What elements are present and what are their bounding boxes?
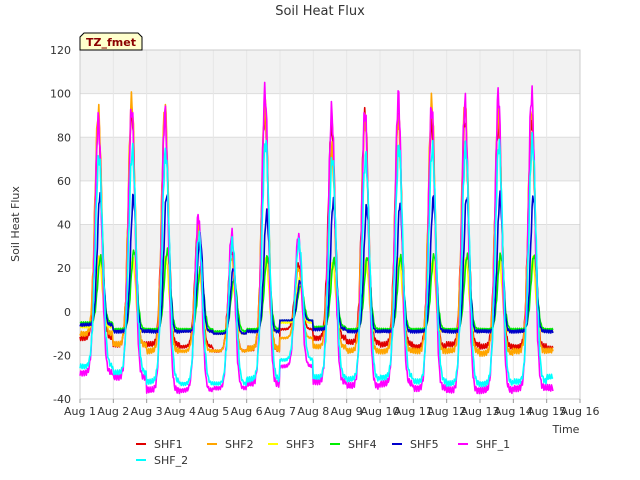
chart-title: Soil Heat Flux [275, 4, 365, 19]
x-axis-label: Time [552, 423, 580, 436]
x-tick-label: Aug 16 [561, 405, 600, 418]
y-axis-label: Soil Heat Flux [9, 186, 22, 262]
station-badge: TZ_fmet [79, 32, 143, 51]
legend-label: SHF_1 [476, 438, 510, 451]
y-tick-label: -20 [53, 349, 71, 362]
legend: SHF1 SHF2 SHF3 SHF4 SHF5 SHF_1 SHF_2 [136, 438, 510, 467]
badge-label: TZ_fmet [86, 36, 136, 49]
x-tick-label: Aug 3 [131, 405, 163, 418]
x-tick-label: Aug 6 [231, 405, 263, 418]
legend-label: SHF3 [286, 438, 315, 451]
grid-band [80, 50, 580, 94]
legend-label: SHF_2 [154, 454, 188, 467]
y-tick-label: 20 [57, 262, 71, 275]
x-tick-label: Aug 2 [97, 405, 129, 418]
y-tick-label: 0 [64, 306, 71, 319]
x-tick-label: Aug 5 [197, 405, 229, 418]
y-tick-label: 120 [50, 44, 71, 57]
x-axis-ticks: Aug 1 Aug 2 Aug 3 Aug 4 Aug 5 Aug 6 Aug 7 Aug 8… [64, 399, 599, 418]
legend-label: SHF2 [225, 438, 254, 451]
x-tick-label: Aug 8 [297, 405, 329, 418]
x-tick-label: Aug 1 [64, 405, 96, 418]
x-tick-label: Aug 7 [264, 405, 296, 418]
y-tick-label: 100 [50, 88, 71, 101]
y-tick-label: 40 [57, 219, 71, 232]
legend-label: SHF5 [410, 438, 439, 451]
legend-label: SHF4 [348, 438, 377, 451]
soil-heat-flux-chart: Soil Heat Flux -40-20020406080100120 Aug… [9, 4, 599, 467]
y-tick-label: 60 [57, 175, 71, 188]
y-axis-ticks: -40-20020406080100120 [50, 44, 71, 406]
x-tick-label: Aug 4 [164, 405, 196, 418]
x-tick-label: Aug 9 [331, 405, 363, 418]
plot-area [79, 49, 581, 400]
legend-label: SHF1 [154, 438, 183, 451]
y-tick-label: 80 [57, 131, 71, 144]
